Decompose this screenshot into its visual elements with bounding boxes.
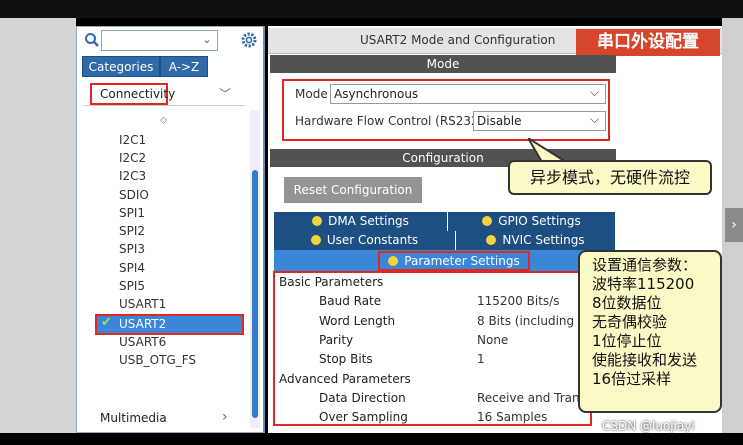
param-value[interactable]: Receive and Trans bbox=[477, 391, 586, 405]
reset-configuration-button[interactable]: Reset Configuration bbox=[284, 177, 422, 203]
category-selected-value[interactable]: Connectivity bbox=[90, 83, 175, 105]
chevron-down-icon[interactable]: ⌄ bbox=[200, 33, 214, 47]
status-dot-icon bbox=[486, 235, 497, 245]
tab-a-z[interactable]: A->Z bbox=[160, 56, 208, 77]
list-item-label[interactable]: USART2 bbox=[119, 315, 166, 333]
list-item[interactable]: I2C3 bbox=[119, 167, 146, 185]
top-strip bbox=[0, 0, 743, 18]
status-dot-icon bbox=[310, 235, 321, 245]
status-dot-icon bbox=[312, 216, 323, 226]
param-label: Word Length bbox=[319, 314, 396, 328]
annotation-banner: 串口外设配置 bbox=[576, 29, 720, 56]
flow-control-select[interactable]: Disable bbox=[473, 111, 606, 131]
status-dot-icon bbox=[482, 216, 493, 226]
flow-control-callout: 异步模式，无硬件流控 bbox=[508, 160, 712, 195]
advanced-parameters-heading: Advanced Parameters bbox=[279, 372, 411, 386]
callout-line: 16倍过采样 bbox=[592, 370, 672, 388]
chevron-right-icon[interactable]: › bbox=[222, 409, 228, 425]
param-value[interactable]: 115200 Bits/s bbox=[477, 294, 559, 308]
bottom-strip bbox=[0, 433, 743, 445]
gear-icon[interactable] bbox=[240, 31, 258, 49]
param-value[interactable]: 16 Samples bbox=[477, 410, 547, 424]
list-item[interactable]: USART1 bbox=[119, 295, 166, 313]
list-item[interactable]: I2C2 bbox=[119, 149, 146, 167]
basic-parameters-heading: Basic Parameters bbox=[279, 275, 384, 289]
category-multimedia[interactable]: Multimedia bbox=[100, 411, 167, 425]
list-item[interactable]: SDIO bbox=[119, 186, 149, 204]
chevron-down-icon[interactable]: ⌵ bbox=[590, 112, 599, 127]
param-label: Parity bbox=[319, 333, 354, 347]
tab-categories[interactable]: Categories bbox=[82, 56, 160, 77]
param-label: Over Sampling bbox=[319, 410, 408, 424]
param-label: Baud Rate bbox=[319, 294, 382, 308]
search-icon[interactable] bbox=[84, 32, 100, 48]
tab-user-constants[interactable]: User Constants bbox=[274, 231, 456, 250]
mode-select[interactable]: Asynchronous bbox=[330, 84, 606, 104]
param-label: Data Direction bbox=[319, 391, 406, 405]
callout-line: 使能接收和发送 bbox=[592, 351, 698, 369]
page-title: USART2 Mode and Configuration bbox=[360, 33, 556, 47]
status-dot-icon bbox=[388, 256, 399, 266]
scrollbar-thumb[interactable] bbox=[252, 170, 258, 418]
list-item[interactable]: USB_OTG_FS bbox=[119, 351, 196, 369]
list-item[interactable]: SPI4 bbox=[119, 259, 145, 277]
watermark: CSDN @luojiayi bbox=[602, 419, 695, 433]
callout-line: 无奇偶校验 bbox=[592, 313, 668, 331]
next-arrow-button[interactable]: › bbox=[725, 208, 743, 242]
param-value[interactable]: 1 bbox=[477, 352, 485, 366]
flow-control-label: Hardware Flow Control (RS232) bbox=[295, 114, 484, 128]
tab-gpio-settings[interactable]: GPIO Settings bbox=[448, 212, 616, 231]
mode-section-header: Mode bbox=[270, 55, 616, 73]
list-item[interactable]: SPI2 bbox=[119, 222, 145, 240]
param-value[interactable]: 8 Bits (including P bbox=[477, 314, 585, 328]
param-value[interactable]: None bbox=[477, 333, 508, 347]
tab-parameter-settings[interactable]: Parameter Settings bbox=[378, 251, 530, 271]
list-item[interactable]: USART6 bbox=[119, 333, 166, 351]
tab-dma-settings[interactable]: DMA Settings bbox=[274, 212, 448, 231]
left-margin bbox=[0, 18, 76, 433]
list-item[interactable]: SPI5 bbox=[119, 277, 145, 295]
mode-label: Mode bbox=[295, 87, 328, 101]
list-item[interactable]: SPI1 bbox=[119, 204, 145, 222]
list-item[interactable]: I2C1 bbox=[119, 131, 146, 149]
parameters-callout: 设置通信参数： 波特率115200 8位数据位 无奇偶校验 1位停止位 使能接收… bbox=[578, 250, 722, 413]
list-item-usart2-selected[interactable] bbox=[95, 314, 244, 335]
callout-line: 8位数据位 bbox=[592, 294, 662, 312]
callout-line: 波特率115200 bbox=[592, 275, 695, 293]
chevron-down-icon[interactable]: ⌵ bbox=[590, 85, 599, 100]
callout-line: 设置通信参数： bbox=[592, 256, 698, 274]
checkmark-icon: ✔ bbox=[101, 315, 112, 330]
tab-nvic-settings[interactable]: NVIC Settings bbox=[456, 231, 616, 250]
sort-icon[interactable]: ⬦ bbox=[160, 115, 167, 126]
chevron-down-icon[interactable]: ﹀ bbox=[219, 85, 233, 101]
param-label: Stop Bits bbox=[319, 352, 373, 366]
list-item[interactable]: SPI3 bbox=[119, 240, 145, 258]
callout-line: 1位停止位 bbox=[592, 332, 662, 350]
